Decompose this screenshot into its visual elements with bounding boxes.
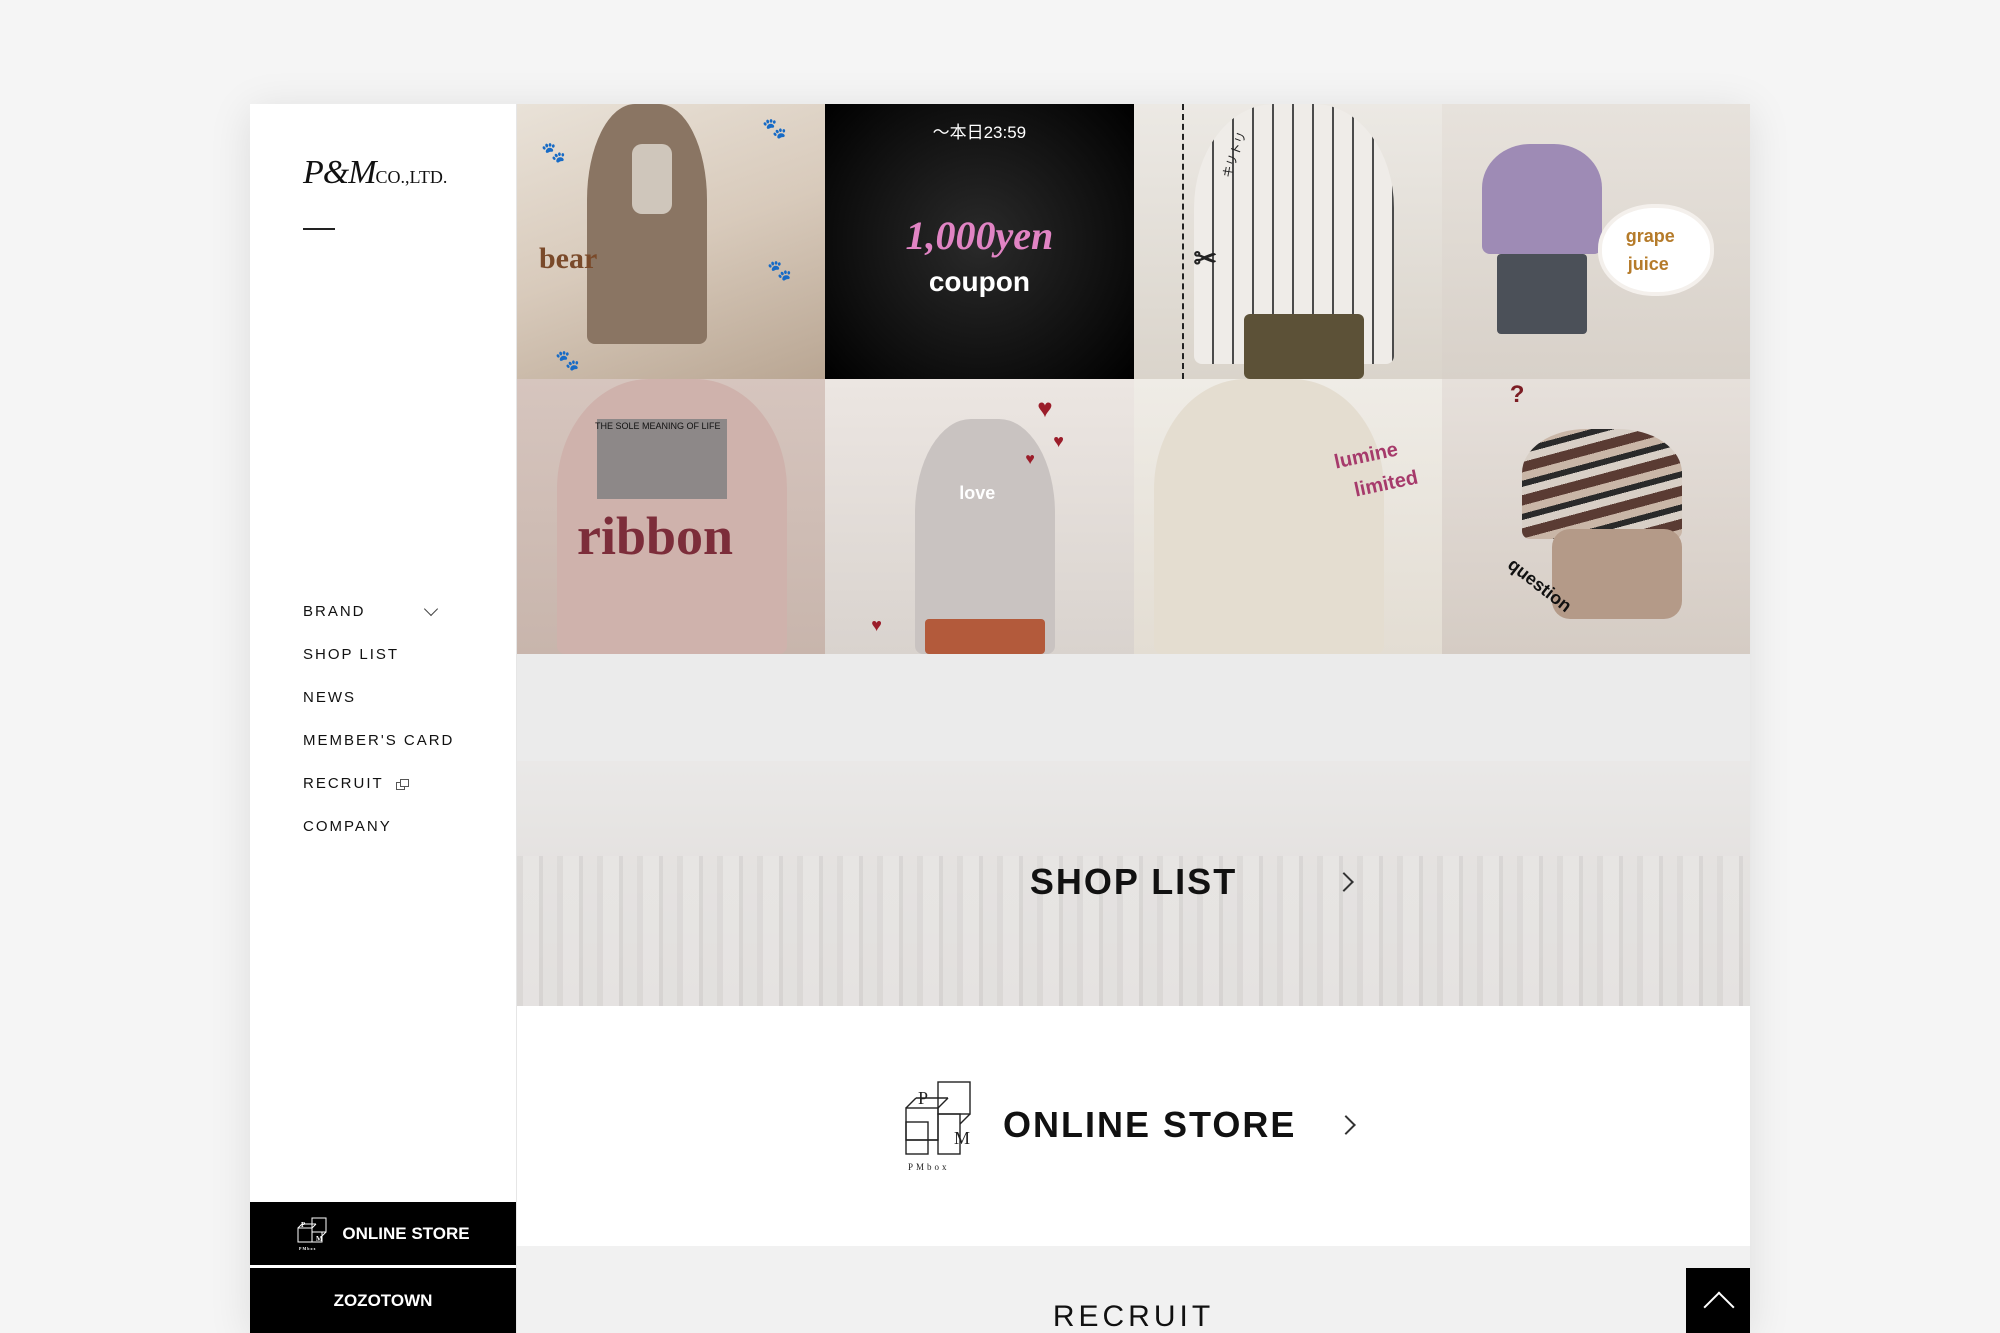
- heart-icon: ♥: [1037, 393, 1053, 423]
- nav-label: NEWS: [303, 689, 356, 706]
- nav-label: SHOP LIST: [303, 646, 400, 663]
- grid-tile-question[interactable]: ? question: [1441, 379, 1750, 654]
- print-graphic: [597, 419, 727, 499]
- main-content: bear 🐾 🐾 🐾 🐾 〜本日23:59 1,000yen coupon キリ…: [517, 104, 1750, 1333]
- shop-list-banner[interactable]: SHOP LIST: [517, 761, 1750, 1006]
- paw-icon: 🐾: [555, 350, 580, 372]
- tile-label: grape: [1625, 226, 1675, 246]
- skirt-detail: [925, 619, 1046, 654]
- pmbox-logo-icon: P M PMbox: [297, 1217, 327, 1251]
- pmbox-p: P: [301, 1221, 306, 1229]
- grid-tile-grape-juice[interactable]: grape juice: [1441, 104, 1750, 379]
- shop-list-title: SHOP LIST: [1029, 861, 1238, 902]
- grid-tile-kiritori[interactable]: キリトリ ✂: [1133, 104, 1442, 379]
- scroll-to-top-button[interactable]: [1686, 1268, 1750, 1333]
- print-text: THE SOLE MEANING OF LIFE: [595, 421, 721, 431]
- tile-label-2: juice: [1627, 254, 1669, 274]
- tile-label: bear: [539, 242, 598, 275]
- logo-sub: CO.,LTD.: [375, 167, 448, 187]
- cloud-bubble: [1601, 208, 1710, 292]
- grid-tile-bear[interactable]: bear 🐾 🐾 🐾 🐾: [517, 104, 826, 379]
- site-frame: P&MCO.,LTD. BRAND SHOP LIST NEWS MEMBER'…: [250, 104, 1750, 1333]
- nav-item-recruit[interactable]: RECRUIT: [303, 762, 454, 805]
- pmbox-logo-icon: P M PMbox: [905, 1081, 971, 1172]
- tile-deadline: 〜本日23:59: [932, 123, 1027, 142]
- heart-icon: ♥: [871, 615, 882, 635]
- chevron-up-icon: [1703, 1291, 1735, 1323]
- tile-coupon-word: coupon: [928, 266, 1030, 297]
- grid-tile-love[interactable]: love ♥ ♥ ♥ ♥: [825, 379, 1134, 654]
- pmbox-m: M: [316, 1235, 323, 1243]
- grid-tile-lumine-limited[interactable]: lumine limited: [1133, 379, 1442, 654]
- cut-line: [1181, 104, 1184, 379]
- shirt-detail: [632, 144, 672, 214]
- recruit-title: RECRUIT: [1052, 1300, 1215, 1333]
- tile-label: love: [959, 483, 996, 503]
- grid-tile-coupon[interactable]: 〜本日23:59 1,000yen coupon: [825, 104, 1134, 379]
- company-logo[interactable]: P&MCO.,LTD.: [303, 154, 447, 192]
- heart-icon: ♥: [1053, 431, 1064, 451]
- tile-label: ribbon: [577, 506, 734, 566]
- logo-main: P&M: [303, 154, 377, 191]
- main-nav: BRAND SHOP LIST NEWS MEMBER'S CARD RECRU…: [303, 590, 454, 848]
- sweater-photo: [1521, 429, 1682, 539]
- paw-icon: 🐾: [767, 260, 792, 282]
- skirt-photo: [1496, 254, 1587, 334]
- model-photo: [587, 104, 707, 344]
- skirt-detail: [1243, 314, 1364, 379]
- tile-coupon-amount: 1,000yen: [905, 213, 1054, 258]
- model-photo: [1153, 379, 1384, 654]
- nav-item-shop-list[interactable]: SHOP LIST: [303, 633, 454, 676]
- scissors-icon: ✂: [1193, 243, 1217, 274]
- paw-icon: 🐾: [762, 118, 787, 140]
- zozotown-label: ZOZOTOWN: [333, 1290, 433, 1310]
- online-store-button[interactable]: P M PMbox ONLINE STORE: [250, 1202, 516, 1265]
- chevron-right-icon: [1336, 1115, 1356, 1135]
- paw-icon: 🐾: [541, 142, 566, 164]
- logo-divider: [303, 228, 335, 230]
- nav-item-news[interactable]: NEWS: [303, 676, 454, 719]
- nav-label: COMPANY: [303, 818, 392, 835]
- nav-item-company[interactable]: COMPANY: [303, 805, 454, 848]
- pmbox-caption: PMbox: [299, 1246, 316, 1251]
- sweater-photo: [1481, 144, 1602, 254]
- external-link-icon: [395, 778, 409, 790]
- zozotown-button[interactable]: ZOZOTOWN: [250, 1268, 516, 1333]
- heart-icon: ♥: [1025, 451, 1035, 468]
- instagram-grid: bear 🐾 🐾 🐾 🐾 〜本日23:59 1,000yen coupon キリ…: [517, 104, 1750, 654]
- online-store-banner[interactable]: P M PMbox ONLINE STORE: [517, 1006, 1750, 1246]
- sidebar: P&MCO.,LTD. BRAND SHOP LIST NEWS MEMBER'…: [250, 104, 517, 1333]
- nav-label: MEMBER'S CARD: [303, 732, 455, 749]
- nav-item-members-card[interactable]: MEMBER'S CARD: [303, 719, 454, 762]
- pmbox-caption: PMbox: [908, 1162, 950, 1172]
- spacer-band: [517, 654, 1750, 761]
- pmbox-m: M: [954, 1128, 970, 1148]
- pmbox-p: P: [918, 1088, 928, 1108]
- nav-item-brand[interactable]: BRAND: [303, 590, 454, 633]
- recruit-section[interactable]: RECRUIT: [517, 1246, 1750, 1333]
- tile-question-mark: ?: [1509, 381, 1525, 408]
- grid-tile-ribbon[interactable]: THE SOLE MEANING OF LIFE ribbon: [517, 379, 826, 654]
- online-store-label: ONLINE STORE: [342, 1223, 470, 1243]
- online-store-title: ONLINE STORE: [1003, 1104, 1297, 1145]
- nav-label: RECRUIT: [303, 775, 384, 792]
- chevron-down-icon: [423, 601, 438, 617]
- nav-label: BRAND: [303, 603, 366, 620]
